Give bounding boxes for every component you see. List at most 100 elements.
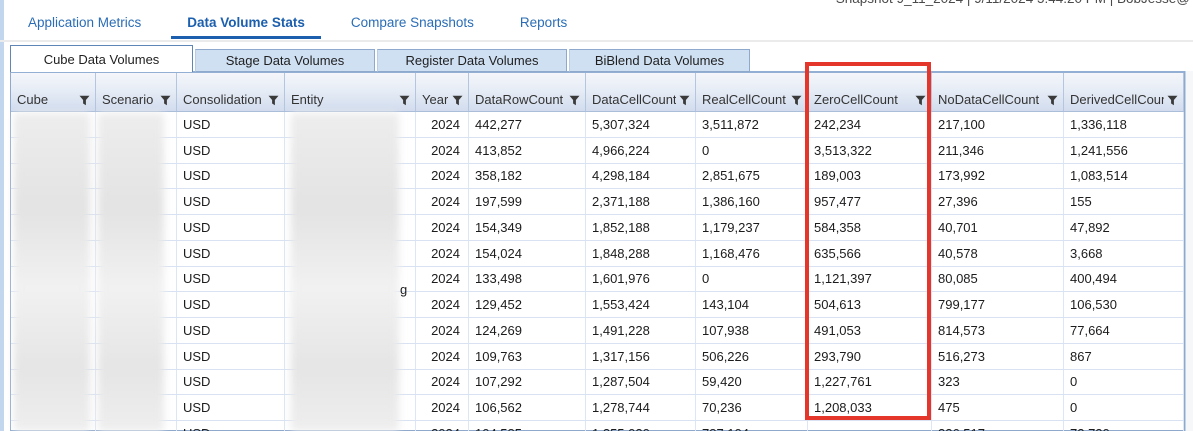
cell-noDataCell: 814,573 — [932, 318, 1064, 343]
cell-dataRow: 413,852 — [469, 137, 586, 163]
cell-year: 2024 — [416, 240, 469, 266]
table-row[interactable]: USD 2024 133,498 1,601,976 0 1,121,397 80,085 4… — [11, 266, 1184, 293]
cell-derivedCell: 77,664 — [1064, 318, 1184, 343]
redacted-cube-values — [14, 113, 90, 431]
cell-dataCell: 4,298,184 — [586, 163, 696, 189]
cell-year: 2024 — [416, 369, 469, 395]
cell-dataRow: 124,269 — [469, 318, 586, 343]
cell-year: 2024 — [416, 318, 469, 343]
table-row[interactable]: USD 2024 129,452 1,553,424 143,104 504,613 799… — [11, 292, 1184, 318]
funnel-icon[interactable] — [791, 95, 802, 106]
column-header-entity[interactable]: Entity — [285, 73, 416, 111]
column-header-datarowcount[interactable]: DataRowCount — [469, 73, 586, 111]
sub-tab-biblend-data-volumes[interactable]: BiBlend Data Volumes — [569, 49, 750, 72]
cell-consolidation: USD — [177, 215, 285, 240]
cell-noDataCell: 226,517 — [932, 421, 1064, 431]
cell-dataRow: 154,024 — [469, 240, 586, 266]
cell-consolidation: USD — [177, 369, 285, 395]
column-header-zerocellcount[interactable]: ZeroCellCount — [808, 73, 932, 111]
cell-dataRow: 107,292 — [469, 369, 586, 395]
cell-realCell: 0 — [696, 266, 808, 292]
cell-dataCell: 5,307,324 — [586, 112, 696, 137]
table-row[interactable]: USD 2024 154,349 1,852,188 1,179,237 584,358 4… — [11, 215, 1184, 241]
funnel-icon[interactable] — [915, 95, 926, 106]
column-label: Year — [422, 92, 449, 107]
column-header-consolidation[interactable]: Consolidation — [177, 73, 285, 111]
cell-consolidation: USD — [177, 292, 285, 317]
column-header-derivedcellcount[interactable]: DerivedCellCount — [1064, 73, 1184, 111]
cell-dataCell: 2,371,188 — [586, 189, 696, 214]
table-row[interactable]: USD 2024 106,562 1,278,744 70,236 1,208,033 47… — [11, 395, 1184, 421]
cell-zeroCell — [808, 421, 932, 431]
cell-dataRow: 106,562 — [469, 395, 586, 420]
cell-year: 2024 — [416, 112, 469, 137]
cell-realCell: 70,236 — [696, 395, 808, 420]
table-row[interactable]: USD 2024 124,269 1,491,228 107,938 491,053 814… — [11, 318, 1184, 344]
table-row[interactable]: USD 2024 413,852 4,966,224 0 3,513,322 211,346… — [11, 137, 1184, 164]
column-header-year[interactable]: Year — [416, 73, 469, 111]
funnel-icon[interactable] — [160, 95, 171, 106]
column-header-cube[interactable]: Cube — [11, 73, 96, 111]
table-row[interactable]: USD 2024 358,182 4,298,184 2,851,675 189,003 1… — [11, 163, 1184, 190]
funnel-icon[interactable] — [679, 95, 690, 106]
sub-tab-register-data-volumes[interactable]: Register Data Volumes — [377, 49, 567, 72]
sub-tab-stage-data-volumes[interactable]: Stage Data Volumes — [195, 49, 375, 72]
tab-bar-divider — [0, 40, 1193, 42]
funnel-icon[interactable] — [1167, 95, 1178, 106]
main-tab-data-volume-stats[interactable]: Data Volume Stats — [171, 8, 321, 39]
table-row[interactable]: USD 2024 442,277 5,307,324 3,511,872 242,234 2… — [11, 112, 1184, 138]
funnel-icon[interactable] — [569, 95, 580, 106]
cell-noDataCell: 516,273 — [932, 343, 1064, 369]
table-row[interactable]: USD 2024 154,024 1,848,288 1,168,476 635,566 4… — [11, 240, 1184, 267]
funnel-icon[interactable] — [399, 95, 410, 106]
column-header-scenario[interactable]: Scenario — [96, 73, 177, 111]
cell-derivedCell: 3,668 — [1064, 240, 1184, 266]
table-row[interactable]: USD 2024104,5851,255,020787,104 226,51772,… — [11, 421, 1184, 431]
table-row[interactable]: USD 2024 109,763 1,317,156 506,226 293,790 516… — [11, 343, 1184, 370]
column-label: DataCellCount — [592, 92, 676, 107]
table-row[interactable]: USD 2024 107,292 1,287,504 59,420 1,227,761 32… — [11, 369, 1184, 396]
column-label: Consolidation — [183, 92, 262, 107]
cell-consolidation: USD — [177, 137, 285, 163]
table-row[interactable]: USD 2024 197,599 2,371,188 1,386,160 957,477 2… — [11, 189, 1184, 215]
app-window: Snapshot 9_11_2024 | 9/11/2024 5:44:20 P… — [0, 0, 1193, 431]
cell-zeroCell: 293,790 — [808, 343, 932, 369]
column-header-datacellcount[interactable]: DataCellCount — [586, 73, 696, 111]
column-header-realcellcount[interactable]: RealCellCount — [696, 73, 808, 111]
cell-noDataCell: 799,177 — [932, 292, 1064, 317]
cell-derivedCell: 47,892 — [1064, 215, 1184, 240]
cell-realCell: 1,168,476 — [696, 240, 808, 266]
main-tab-compare-snapshots[interactable]: Compare Snapshots — [335, 8, 490, 39]
column-header-nodatacellcount[interactable]: NoDataCellCount — [932, 73, 1064, 111]
cell-noDataCell: 211,346 — [932, 137, 1064, 163]
funnel-icon[interactable] — [452, 95, 463, 106]
cell-dataCell: 1,601,976 — [586, 266, 696, 292]
vertical-scrollbar[interactable] — [1185, 71, 1193, 431]
column-label: Entity — [291, 92, 324, 107]
main-tab-reports[interactable]: Reports — [504, 8, 583, 39]
cell-derivedCell: 0 — [1064, 369, 1184, 395]
cell-year: 2024 — [416, 163, 469, 189]
column-label: DerivedCellCount — [1070, 92, 1164, 107]
cell-dataCell: 4,966,224 — [586, 137, 696, 163]
cell-year: 2024 — [416, 343, 469, 369]
cell-zeroCell: 1,121,397 — [808, 266, 932, 292]
cell-realCell: 787,104 — [696, 421, 808, 431]
cell-dataRow: 109,763 — [469, 343, 586, 369]
cell-noDataCell: 217,100 — [932, 112, 1064, 137]
funnel-icon[interactable] — [268, 95, 279, 106]
column-label: RealCellCount — [702, 92, 786, 107]
cell-year: 2024 — [416, 266, 469, 292]
funnel-icon[interactable] — [79, 95, 90, 106]
sub-tab-bar: Cube Data Volumes Stage Data Volumes Regis… — [10, 45, 752, 72]
main-tab-application-metrics[interactable]: Application Metrics — [12, 8, 157, 39]
sub-tab-cube-data-volumes[interactable]: Cube Data Volumes — [10, 45, 193, 72]
column-label: ZeroCellCount — [814, 92, 898, 107]
cell-dataCell: 1,848,288 — [586, 240, 696, 266]
cell-dataCell: 1,317,156 — [586, 343, 696, 369]
cell-dataCell: 1,278,744 — [586, 395, 696, 420]
cell-realCell: 59,420 — [696, 369, 808, 395]
cell-realCell: 143,104 — [696, 292, 808, 317]
cell-year: 2024 — [416, 421, 469, 431]
funnel-icon[interactable] — [1047, 95, 1058, 106]
